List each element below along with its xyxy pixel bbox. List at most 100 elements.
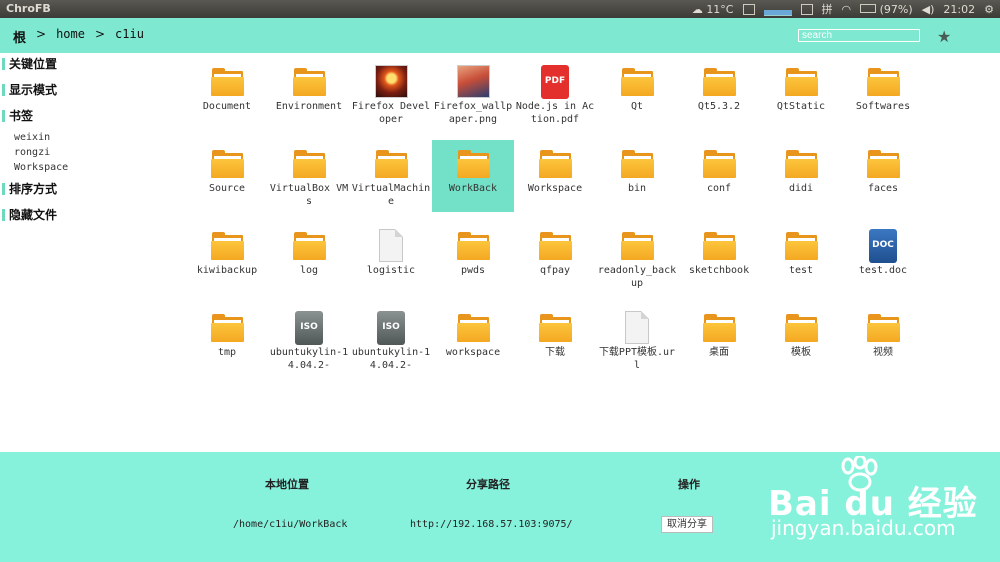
folder-icon bbox=[620, 147, 654, 181]
system-monitor-graph[interactable] bbox=[763, 2, 792, 16]
cloud-icon: ☁ bbox=[691, 2, 703, 16]
folder-icon bbox=[210, 311, 244, 345]
weather-indicator[interactable]: ☁ 11°C bbox=[692, 3, 734, 16]
file-item[interactable]: 下载PPT模板.url bbox=[596, 304, 678, 376]
clock[interactable]: 21:02 bbox=[943, 3, 975, 16]
file-item[interactable]: ISO ubuntukylin-14.04.2- bbox=[350, 304, 432, 376]
sidebar: 关键位置 显示模式 书签 weixin rongzi Workspace 排序方… bbox=[0, 57, 180, 234]
file-name: 模板 bbox=[791, 347, 811, 358]
blank-file-icon bbox=[620, 311, 654, 345]
star-icon[interactable]: ★ bbox=[937, 27, 951, 46]
qr-icon[interactable] bbox=[800, 3, 813, 15]
folder-icon bbox=[456, 147, 490, 181]
file-item[interactable]: 下载 bbox=[514, 304, 596, 376]
search-input[interactable] bbox=[798, 29, 920, 42]
file-item[interactable]: DOC test.doc bbox=[842, 222, 924, 294]
file-name: Document bbox=[202, 101, 252, 112]
file-name: 下载PPT模板.url bbox=[598, 347, 676, 371]
file-name: didi bbox=[788, 183, 814, 194]
folder-icon bbox=[538, 229, 572, 263]
file-name: ubuntukylin-14.04.2- bbox=[351, 347, 431, 371]
sidebar-display-mode[interactable]: 显示模式 bbox=[0, 83, 180, 103]
file-item[interactable]: Workspace bbox=[514, 140, 596, 212]
file-item[interactable]: didi bbox=[760, 140, 842, 212]
file-item[interactable]: tmp bbox=[186, 304, 268, 376]
breadcrumb-separator: > bbox=[94, 27, 106, 41]
file-name: Workspace bbox=[527, 183, 583, 194]
folder-icon bbox=[620, 65, 654, 99]
file-item[interactable]: PDF Node.js in Action.pdf bbox=[514, 58, 596, 130]
file-name: Node.js in Action.pdf bbox=[515, 101, 595, 125]
file-item[interactable]: workspace bbox=[432, 304, 514, 376]
file-item[interactable]: Environment bbox=[268, 58, 350, 130]
file-item[interactable]: Softwares bbox=[842, 58, 924, 130]
folder-icon bbox=[210, 229, 244, 263]
file-item[interactable]: 模板 bbox=[760, 304, 842, 376]
folder-icon bbox=[702, 229, 736, 263]
file-item[interactable]: QtStatic bbox=[760, 58, 842, 130]
folder-icon bbox=[702, 311, 736, 345]
battery-indicator[interactable]: (97%) bbox=[860, 3, 913, 16]
breadcrumb-root[interactable]: 根 bbox=[13, 27, 26, 46]
file-item[interactable]: 桌面 bbox=[678, 304, 760, 376]
file-name: VirtualMachine bbox=[351, 183, 431, 207]
file-item[interactable]: 视频 bbox=[842, 304, 924, 376]
gear-icon[interactable]: ⚙ bbox=[984, 3, 994, 16]
volume-icon[interactable]: ◀) bbox=[922, 3, 935, 16]
file-item[interactable]: sketchbook bbox=[678, 222, 760, 294]
file-item[interactable]: Qt bbox=[596, 58, 678, 130]
file-item[interactable]: readonly_backup bbox=[596, 222, 678, 294]
cancel-share-button[interactable]: 取消分享 bbox=[661, 516, 713, 533]
input-method-icon[interactable]: 拼 bbox=[822, 1, 833, 17]
file-item[interactable]: Source bbox=[186, 140, 268, 212]
folder-icon bbox=[210, 147, 244, 181]
breadcrumb-user[interactable]: c1iu bbox=[115, 27, 144, 46]
bookmark-rongzi[interactable]: rongzi bbox=[0, 145, 180, 160]
breadcrumb-home[interactable]: home bbox=[56, 27, 85, 46]
folder-icon bbox=[620, 229, 654, 263]
sidebar-key-locations[interactable]: 关键位置 bbox=[0, 57, 180, 77]
file-item[interactable]: log bbox=[268, 222, 350, 294]
share-path-value[interactable]: http://192.168.57.103:9075/ bbox=[410, 519, 573, 530]
file-item[interactable]: VirtualMachine bbox=[350, 140, 432, 212]
file-name: tmp bbox=[217, 347, 237, 358]
pdf-file-icon: PDF bbox=[538, 65, 572, 99]
file-item[interactable]: pwds bbox=[432, 222, 514, 294]
file-item[interactable]: Qt5.3.2 bbox=[678, 58, 760, 130]
folder-icon bbox=[784, 311, 818, 345]
folder-icon bbox=[538, 147, 572, 181]
file-item[interactable]: WorkBack bbox=[432, 140, 514, 212]
file-item[interactable]: faces bbox=[842, 140, 924, 212]
file-name: bin bbox=[627, 183, 647, 194]
file-item[interactable]: Document bbox=[186, 58, 268, 130]
bookmark-weixin[interactable]: weixin bbox=[0, 130, 180, 145]
file-name: sketchbook bbox=[688, 265, 750, 276]
folder-icon bbox=[784, 65, 818, 99]
bookmark-workspace[interactable]: Workspace bbox=[0, 160, 180, 175]
file-item[interactable]: Firefox Developer bbox=[350, 58, 432, 130]
file-item[interactable]: bin bbox=[596, 140, 678, 212]
calendar-icon[interactable] bbox=[742, 3, 755, 15]
file-item[interactable]: Firefox_wallpaper.png bbox=[432, 58, 514, 130]
file-item[interactable]: ISO ubuntukylin-14.04.2- bbox=[268, 304, 350, 376]
file-name: readonly_backup bbox=[597, 265, 677, 289]
file-item[interactable]: VirtualBox VMs bbox=[268, 140, 350, 212]
sidebar-hidden-files[interactable]: 隐藏文件 bbox=[0, 208, 180, 228]
file-name: 下载 bbox=[545, 347, 565, 358]
folder-icon bbox=[866, 147, 900, 181]
sidebar-sort-mode[interactable]: 排序方式 bbox=[0, 182, 180, 202]
share-header-action: 操作 bbox=[678, 478, 700, 491]
file-item[interactable]: kiwibackup bbox=[186, 222, 268, 294]
sidebar-bookmarks[interactable]: 书签 bbox=[0, 109, 180, 129]
file-item[interactable]: test bbox=[760, 222, 842, 294]
file-name: logistic bbox=[366, 265, 416, 276]
file-item[interactable]: logistic bbox=[350, 222, 432, 294]
folder-icon bbox=[374, 147, 408, 181]
folder-icon bbox=[292, 229, 326, 263]
file-item[interactable]: conf bbox=[678, 140, 760, 212]
file-name: qfpay bbox=[539, 265, 571, 276]
iso-file-icon: ISO bbox=[292, 311, 326, 345]
wifi-icon[interactable]: ◠ bbox=[842, 3, 852, 16]
folder-icon bbox=[702, 65, 736, 99]
file-item[interactable]: qfpay bbox=[514, 222, 596, 294]
